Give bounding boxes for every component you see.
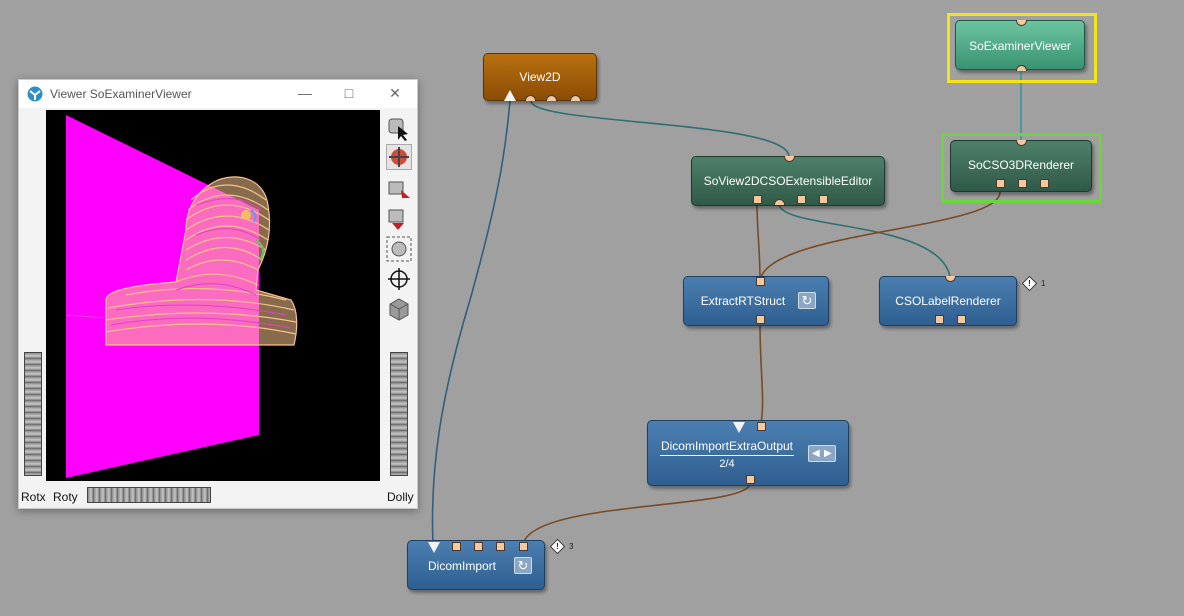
- dolly-wheel[interactable]: [390, 352, 408, 476]
- input-port[interactable]: [504, 90, 516, 101]
- output-port[interactable]: [753, 195, 762, 204]
- output-port[interactable]: [496, 542, 505, 551]
- output-port[interactable]: [797, 195, 806, 204]
- module-so-cso3d-renderer[interactable]: SoCSO3DRenderer: [950, 140, 1092, 192]
- input-port[interactable]: [1016, 140, 1027, 146]
- output-port[interactable]: [452, 542, 461, 551]
- rendered-scene: [65, 115, 298, 478]
- roty-label: Roty: [53, 490, 78, 504]
- input-port[interactable]: [784, 156, 795, 162]
- wire-editor-extract: [756, 203, 761, 281]
- perspective-cube-icon[interactable]: [386, 296, 412, 322]
- input-port[interactable]: [733, 422, 745, 433]
- input-port[interactable]: [1016, 20, 1027, 26]
- wire-editor-labelrenderer: [778, 203, 951, 278]
- output-port[interactable]: [1018, 179, 1027, 188]
- module-index: 2/4: [719, 458, 735, 470]
- output-port[interactable]: [474, 542, 483, 551]
- maximize-button[interactable]: □: [339, 83, 359, 103]
- output-port[interactable]: [774, 199, 785, 205]
- module-title: DicomImportExtraOutput: [660, 439, 794, 456]
- output-port[interactable]: [957, 315, 966, 324]
- module-title: SoExaminerViewer: [969, 39, 1071, 53]
- close-button[interactable]: ✕: [385, 83, 405, 103]
- rotx-label: Rotx: [21, 490, 46, 504]
- wire-dicomextra-dicomimport: [522, 483, 751, 546]
- 3d-viewport[interactable]: [46, 110, 380, 481]
- viewer-window[interactable]: Viewer SoExaminerViewer — □ ✕ Rotx Roty …: [18, 79, 418, 509]
- home-icon[interactable]: [386, 176, 412, 202]
- title-bar[interactable]: Viewer SoExaminerViewer — □ ✕: [19, 80, 417, 108]
- output-port[interactable]: [546, 95, 557, 101]
- output-port[interactable]: [525, 95, 536, 101]
- input-port[interactable]: [757, 422, 766, 431]
- wire-dicomimport-view2d: [431, 99, 511, 546]
- output-port[interactable]: [756, 315, 765, 324]
- module-view2d[interactable]: View2D: [483, 53, 597, 101]
- module-title: ExtractRTStruct: [700, 294, 786, 308]
- window-title: Viewer SoExaminerViewer: [50, 87, 192, 101]
- info-count: 3: [569, 542, 574, 551]
- seek-icon[interactable]: [386, 266, 412, 292]
- output-port[interactable]: [996, 179, 1005, 188]
- view-move-icon[interactable]: [386, 144, 412, 170]
- output-port[interactable]: [1016, 65, 1027, 71]
- set-home-icon[interactable]: [386, 206, 412, 232]
- output-port[interactable]: [819, 195, 828, 204]
- info-count: 1: [1041, 279, 1046, 288]
- roty-wheel[interactable]: [87, 487, 211, 503]
- module-dicom-import-extra-output[interactable]: DicomImportExtraOutput 2/4 ◀ ▶: [647, 420, 849, 486]
- app-logo-icon: [27, 86, 43, 102]
- network-canvas[interactable]: View2D SoExaminerViewer SoCSO3DRenderer …: [0, 0, 1184, 616]
- output-port[interactable]: [935, 315, 944, 324]
- output-port[interactable]: [570, 95, 581, 101]
- output-port[interactable]: [746, 475, 755, 484]
- output-port[interactable]: [519, 542, 528, 551]
- input-port[interactable]: [945, 276, 956, 282]
- wire-extract-dicomextra: [759, 323, 764, 424]
- module-title: SoCSO3DRenderer: [967, 158, 1075, 172]
- module-so-examiner-viewer[interactable]: SoExaminerViewer: [955, 20, 1085, 71]
- index-stepper[interactable]: ◀ ▶: [808, 445, 836, 462]
- input-port[interactable]: [756, 277, 765, 286]
- module-dicom-import[interactable]: DicomImport ↻: [407, 540, 545, 590]
- step-left-icon[interactable]: ◀: [812, 446, 820, 461]
- reload-button[interactable]: ↻: [514, 557, 532, 574]
- output-port[interactable]: [1040, 179, 1049, 188]
- module-cso-label-renderer[interactable]: CSOLabelRenderer: [879, 276, 1017, 326]
- dolly-label: Dolly: [387, 490, 414, 504]
- module-title: CSOLabelRenderer: [895, 294, 1001, 308]
- module-so-view2d-cso-editor[interactable]: SoView2DCSOExtensibleEditor: [691, 156, 885, 206]
- wire-editor-view2d: [530, 100, 790, 158]
- module-title: View2D: [519, 70, 561, 84]
- minimize-button[interactable]: —: [295, 83, 315, 103]
- input-port[interactable]: [428, 542, 440, 553]
- module-extract-rt-struct[interactable]: ExtractRTStruct ↻: [683, 276, 829, 326]
- step-right-icon[interactable]: ▶: [824, 446, 832, 461]
- rotx-wheel[interactable]: [24, 352, 42, 476]
- module-title: DicomImport: [427, 559, 496, 573]
- reload-button[interactable]: ↻: [798, 292, 816, 309]
- pick-arrow-icon[interactable]: [386, 116, 412, 142]
- view-all-icon[interactable]: [386, 236, 412, 262]
- module-title: SoView2DCSOExtensibleEditor: [703, 174, 873, 188]
